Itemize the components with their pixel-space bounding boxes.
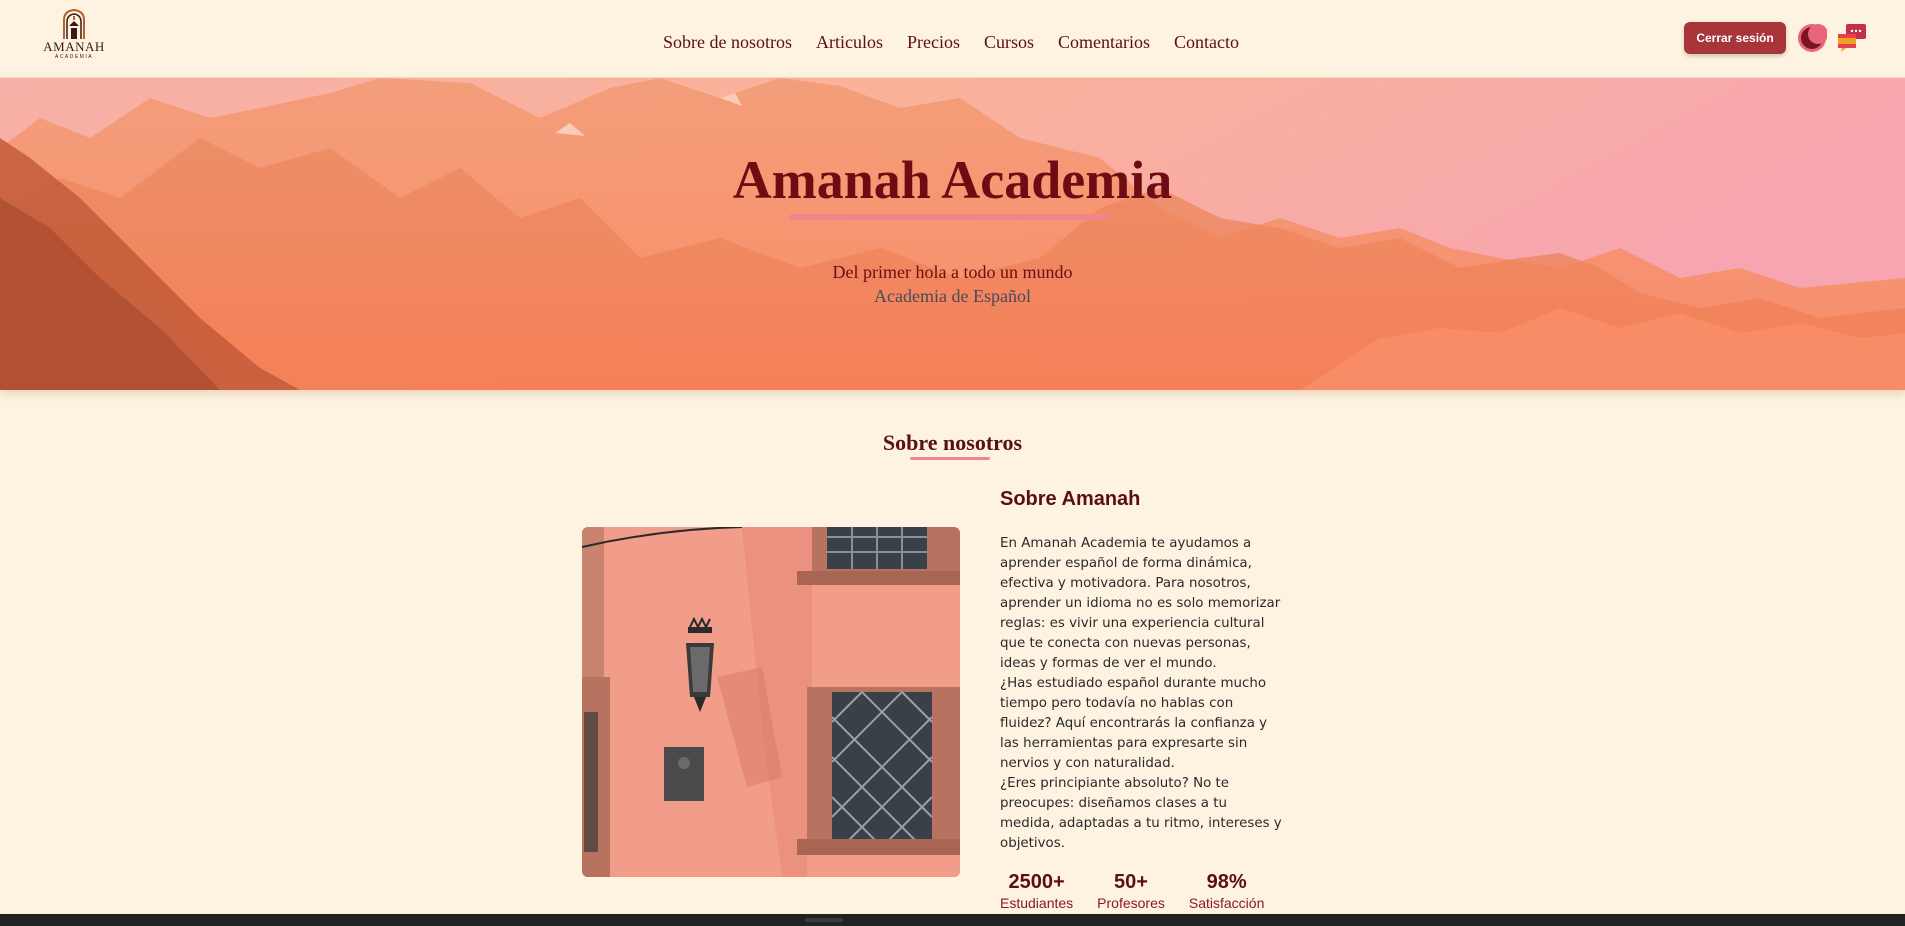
stat-label: Estudiantes — [1000, 895, 1074, 911]
hero-subtitle: Academia de Español — [874, 286, 1031, 306]
language-toggle-button[interactable] — [1837, 22, 1867, 54]
scroll-handle[interactable] — [805, 918, 843, 922]
about-description: En Amanah Academia te ayudamos a aprende… — [1000, 534, 1282, 854]
theme-toggle-button[interactable] — [1797, 23, 1828, 53]
stat-value: 50+ — [1114, 871, 1148, 893]
stat-label: Satisfacción — [1188, 895, 1265, 911]
about-section-underline — [910, 457, 990, 460]
stat-value: 98% — [1206, 871, 1247, 893]
stat-value: 2500+ — [1008, 871, 1065, 893]
nav-link-reviews[interactable]: Comentarios — [1058, 32, 1150, 53]
about-stats: 2500+ Estudiantes 50+ Profesores 98% Sat… — [1000, 870, 1290, 918]
nav-link-courses[interactable]: Cursos — [984, 32, 1034, 53]
hero-tagline: Del primer hola a todo un mundo — [832, 262, 1073, 282]
brand-name: AMANAH — [43, 39, 105, 54]
stat-teachers: 50+ Profesores — [1097, 870, 1165, 918]
about-section-title: Sobre nosotros — [882, 430, 1023, 455]
stat-students: 2500+ Estudiantes — [1000, 870, 1073, 918]
building-facade-image — [582, 527, 960, 877]
navbar: AMANAH ACADEMIA Sobre de nosotros Articu… — [0, 0, 1905, 78]
about-paragraph: ¿Has estudiado español durante mucho tie… — [1000, 676, 1268, 771]
about-heading: Sobre Amanah — [1000, 488, 1141, 510]
stat-label: Profesores — [1097, 895, 1165, 911]
about-photo — [582, 527, 960, 877]
mountain-background — [0, 78, 1905, 390]
bottom-bar — [0, 914, 1905, 926]
brand-logo[interactable]: AMANAH ACADEMIA — [40, 8, 108, 64]
logout-button[interactable]: Cerrar sesión — [1684, 22, 1786, 54]
nav-link-contact[interactable]: Contacto — [1174, 32, 1239, 53]
brand-sub: ACADEMIA — [54, 54, 94, 60]
hero-banner: Amanah Academia Del primer hola a todo u… — [0, 78, 1905, 390]
nav-link-about[interactable]: Sobre de nosotros — [663, 32, 792, 53]
moon-icon — [1798, 24, 1828, 52]
about-paragraph: En Amanah Academia te ayudamos a aprende… — [1000, 536, 1281, 671]
hero-title: Amanah Academia — [732, 150, 1173, 210]
language-flags-icon — [1838, 24, 1866, 52]
main-nav: Sobre de nosotros Articulos Precios Curs… — [663, 28, 1239, 56]
nav-link-articles[interactable]: Articulos — [816, 32, 883, 53]
about-paragraph: ¿Eres principiante absoluto? No te preoc… — [1000, 776, 1282, 851]
academy-building-icon — [63, 8, 85, 39]
nav-link-pricing[interactable]: Precios — [907, 32, 960, 53]
hero-title-underline — [789, 214, 1110, 220]
stat-satisfaction: 98% Satisfacción — [1189, 870, 1264, 918]
